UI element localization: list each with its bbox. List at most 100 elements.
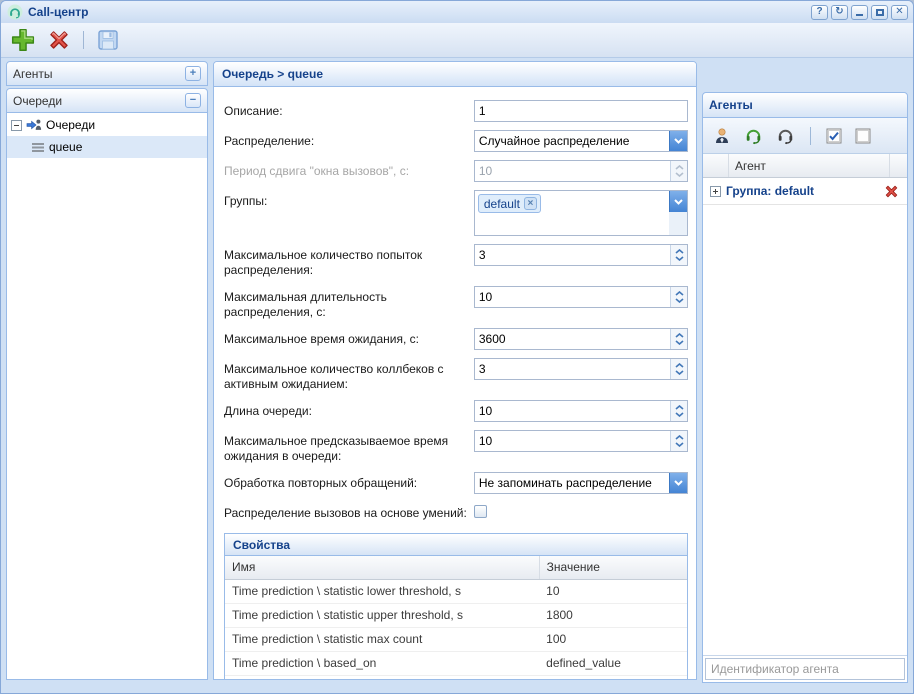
agents-footer bbox=[703, 655, 907, 682]
spinner-buttons bbox=[670, 161, 687, 181]
spinner-buttons[interactable] bbox=[670, 287, 687, 307]
sidebar-panel-queues[interactable]: Очереди − bbox=[6, 88, 208, 113]
select-all-button[interactable] bbox=[826, 128, 842, 144]
chevron-down-icon[interactable] bbox=[669, 191, 687, 212]
checkbox-unchecked-icon bbox=[855, 128, 871, 144]
close-button[interactable]: ✕ bbox=[891, 5, 908, 20]
call-center-window: Call-центр ? ↻ ✕ bbox=[0, 0, 914, 694]
agent-group-row[interactable]: Группа: default bbox=[703, 178, 907, 205]
tree-node-label: queue bbox=[49, 140, 82, 154]
groups-label: Группы: bbox=[224, 190, 474, 209]
main-toolbar bbox=[1, 23, 913, 58]
table-row[interactable]: Time prediction \ statistic lower thresh… bbox=[225, 579, 687, 603]
agent-offline-button[interactable] bbox=[776, 126, 795, 145]
collapse-tool-icon[interactable]: − bbox=[185, 93, 201, 108]
repeat-calls-label: Обработка повторных обращений: bbox=[224, 472, 474, 491]
add-button[interactable] bbox=[9, 26, 37, 54]
agents-panel-header: Агенты bbox=[703, 93, 907, 118]
toolbar-separator bbox=[810, 127, 811, 145]
prop-name: Time prediction \ statistic max count bbox=[225, 627, 539, 651]
max-wait-input[interactable] bbox=[474, 328, 688, 350]
delete-button[interactable] bbox=[45, 26, 73, 54]
queue-form-panel: Очередь > queue Описание: Распределение:… bbox=[213, 61, 697, 680]
sidebar-panel-agents[interactable]: Агенты + bbox=[6, 61, 208, 86]
tree-node-queue[interactable]: queue bbox=[7, 136, 207, 158]
spinner-buttons[interactable] bbox=[670, 431, 687, 451]
spinner-buttons[interactable] bbox=[670, 245, 687, 265]
agent-id-input[interactable] bbox=[705, 658, 905, 680]
prop-value: 60 bbox=[539, 675, 687, 679]
description-input[interactable] bbox=[474, 100, 688, 122]
max-attempts-input[interactable] bbox=[474, 244, 688, 266]
agent-icon bbox=[713, 127, 731, 145]
prop-name: Time prediction \ statistic lower thresh… bbox=[225, 579, 539, 603]
max-callbacks-input[interactable] bbox=[474, 358, 688, 380]
spinner-buttons[interactable] bbox=[670, 359, 687, 379]
window-shift-input bbox=[474, 160, 688, 182]
chevron-down-icon[interactable] bbox=[669, 131, 687, 151]
group-tag[interactable]: default × bbox=[478, 194, 541, 213]
max-predicted-wait-input[interactable] bbox=[474, 430, 688, 452]
chevron-down-icon[interactable] bbox=[669, 473, 687, 493]
properties-header: Свойства bbox=[225, 534, 687, 556]
agent-online-button[interactable] bbox=[744, 126, 763, 145]
queue-distribution-icon bbox=[26, 117, 42, 133]
max-predicted-wait-label: Максимальное предсказываемое время ожида… bbox=[224, 430, 474, 464]
repeat-calls-combo[interactable]: Не запоминать распределение bbox=[474, 472, 688, 494]
headset-logo-icon bbox=[7, 4, 23, 20]
groups-field[interactable]: default × bbox=[474, 190, 688, 236]
column-header-value[interactable]: Значение bbox=[539, 556, 687, 579]
remove-tag-icon[interactable]: × bbox=[524, 197, 537, 210]
table-row[interactable]: Time prediction \ statistic upper thresh… bbox=[225, 603, 687, 627]
queue-length-input[interactable] bbox=[474, 400, 688, 422]
skills-routing-checkbox[interactable] bbox=[474, 505, 487, 518]
distribution-label: Распределение: bbox=[224, 130, 474, 149]
properties-panel: Свойства Имя Значение Time prediction \ … bbox=[224, 533, 688, 679]
deselect-all-button[interactable] bbox=[855, 128, 871, 144]
max-duration-input[interactable] bbox=[474, 286, 688, 308]
actions-column-header bbox=[889, 154, 907, 177]
minimize-button[interactable] bbox=[851, 5, 868, 20]
window-title: Call-центр bbox=[28, 5, 806, 19]
help-button[interactable]: ? bbox=[811, 5, 828, 20]
group-row-label: Группа: default bbox=[726, 184, 814, 198]
agent-button[interactable] bbox=[713, 127, 731, 145]
spinner-buttons[interactable] bbox=[670, 329, 687, 349]
queue-item-icon bbox=[31, 139, 45, 155]
checkbox-checked-icon bbox=[826, 128, 842, 144]
agents-toolbar bbox=[703, 118, 907, 154]
queue-form-body: Описание: Распределение: Случайное распр… bbox=[214, 87, 696, 679]
sidebar: Агенты + Очереди − О bbox=[6, 61, 208, 680]
remove-group-button[interactable] bbox=[883, 183, 900, 200]
max-wait-label: Максимальное время ожидания, с: bbox=[224, 328, 474, 347]
agents-panel-title: Агенты bbox=[13, 67, 185, 81]
spinner-buttons[interactable] bbox=[670, 401, 687, 421]
agent-column-header[interactable]: Агент bbox=[729, 154, 889, 177]
expand-tool-icon[interactable]: + bbox=[185, 66, 201, 81]
breadcrumb: Очередь > queue bbox=[222, 67, 323, 81]
save-button[interactable] bbox=[94, 26, 122, 54]
maximize-button[interactable] bbox=[871, 5, 888, 20]
distribution-combo[interactable]: Случайное распределение bbox=[474, 130, 688, 152]
window-shift-label: Период сдвига "окна вызовов", с: bbox=[224, 160, 474, 179]
tree-node-queues[interactable]: Очереди bbox=[7, 114, 207, 136]
titlebar[interactable]: Call-центр ? ↻ ✕ bbox=[1, 1, 913, 23]
properties-table: Имя Значение Time prediction \ statistic… bbox=[225, 556, 687, 679]
tree-collapse-icon[interactable] bbox=[11, 120, 22, 131]
table-row[interactable]: Time prediction \ defined value 60 bbox=[225, 675, 687, 679]
table-row[interactable]: Time prediction \ based_on defined_value bbox=[225, 651, 687, 675]
queues-panel-title: Очереди bbox=[13, 94, 185, 108]
max-attempts-label: Максимальное количество попыток распреде… bbox=[224, 244, 474, 278]
properties-title: Свойства bbox=[233, 538, 290, 552]
agents-panel: Агенты bbox=[702, 92, 908, 683]
column-header-name[interactable]: Имя bbox=[225, 556, 539, 579]
prop-value: 10 bbox=[539, 579, 687, 603]
prop-name: Time prediction \ defined value bbox=[225, 675, 539, 679]
headset-online-icon bbox=[744, 126, 763, 145]
delete-icon bbox=[46, 27, 72, 53]
checkbox-column-header[interactable] bbox=[703, 154, 729, 177]
add-icon bbox=[10, 27, 36, 53]
group-expand-icon[interactable] bbox=[710, 186, 721, 197]
refresh-button[interactable]: ↻ bbox=[831, 5, 848, 20]
table-row[interactable]: Time prediction \ statistic max count 10… bbox=[225, 627, 687, 651]
